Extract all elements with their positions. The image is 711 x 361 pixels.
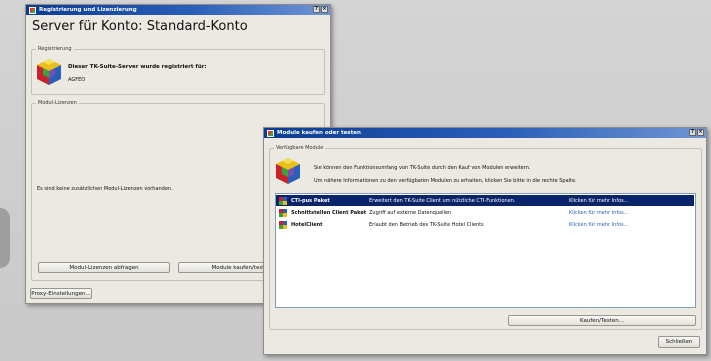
kaufen-testen-button[interactable]: Kaufen/Testen...: [508, 315, 696, 326]
modul-lizenzen-abfragen-button[interactable]: Modul-Lizenzen abfragen: [38, 262, 170, 273]
close-icon[interactable]: ×: [321, 6, 328, 13]
module-description: Erlaubt den Betrieb des TK-Suite Hotel C…: [369, 221, 484, 228]
dialog-app-icon: [267, 129, 274, 137]
cube-logo-icon: [37, 59, 61, 85]
registrierung-group-label: Registrierung: [36, 46, 74, 52]
help-icon[interactable]: ?: [313, 6, 320, 13]
modul-lizenzen-group-label: Modul-Lizenzen: [36, 100, 79, 106]
registrierung-group: Registrierung Dieser TK-Suite-Server wur…: [31, 46, 325, 95]
info-line-2: Um nähere Informationen zu den verfügbar…: [314, 178, 577, 184]
dialog-title: Module kaufen oder testen: [277, 130, 361, 136]
module-info-link[interactable]: Klicken für mehr Infos...: [569, 222, 629, 228]
proxy-settings-button[interactable]: Proxy-Einstellungen...: [30, 288, 92, 299]
module-dialog: Module kaufen oder testen ? × Verfügbare…: [263, 127, 707, 355]
module-name: HotelClient: [291, 221, 323, 228]
no-licenses-text: Es sind keine zusätzlichen Modul-Lizenze…: [37, 186, 173, 192]
module-cube-icon: [279, 196, 287, 205]
verfuegbare-module-group: Verfügbare Module Sie können den Funktio…: [269, 145, 702, 330]
table-row[interactable]: CTI-pus Paket Erweitert den TK-Suite Cli…: [276, 195, 694, 206]
dialog-help-icon[interactable]: ?: [689, 129, 696, 136]
dialog-titlebar[interactable]: Module kaufen oder testen ? ×: [264, 128, 706, 138]
dialog-close-icon[interactable]: ×: [697, 129, 704, 136]
module-cube-icon: [279, 220, 287, 229]
background-shape: [0, 208, 10, 268]
registration-status-text: Dieser TK-Suite-Server wurde registriert…: [68, 64, 207, 70]
table-row[interactable]: Schnittstellen Client Paket Zugriff auf …: [276, 207, 694, 218]
module-cube-icon: [279, 208, 287, 217]
module-info-link[interactable]: Klicken für mehr Infos...: [569, 198, 629, 204]
cube-logo-icon: [276, 158, 300, 184]
module-name: Schnittstellen Client Paket: [291, 209, 367, 216]
verfuegbare-module-label: Verfügbare Module: [274, 145, 326, 151]
schliessen-button[interactable]: Schließen: [658, 336, 700, 348]
main-window-title: Registrierung und Lizenzierung: [39, 7, 137, 13]
registered-company: AGFEO: [68, 77, 86, 83]
module-description: Erweitert den TK-Suite Client um nützlic…: [369, 197, 516, 204]
main-window-titlebar[interactable]: Registrierung und Lizenzierung ? ×: [26, 5, 330, 15]
info-line-1: Sie können den Funktionsumfang von TK-Su…: [314, 165, 531, 171]
app-icon: [29, 6, 36, 14]
module-name: CTI-pus Paket: [291, 197, 330, 204]
page-title: Server für Konto: Standard-Konto: [32, 19, 248, 34]
modules-table: CTI-pus Paket Erweitert den TK-Suite Cli…: [275, 193, 696, 308]
module-info-link[interactable]: Klicken für mehr Infos...: [569, 210, 629, 216]
table-row[interactable]: HotelClient Erlaubt den Betrieb des TK-S…: [276, 219, 694, 230]
module-description: Zugriff auf externe Datenquellen: [369, 209, 452, 216]
